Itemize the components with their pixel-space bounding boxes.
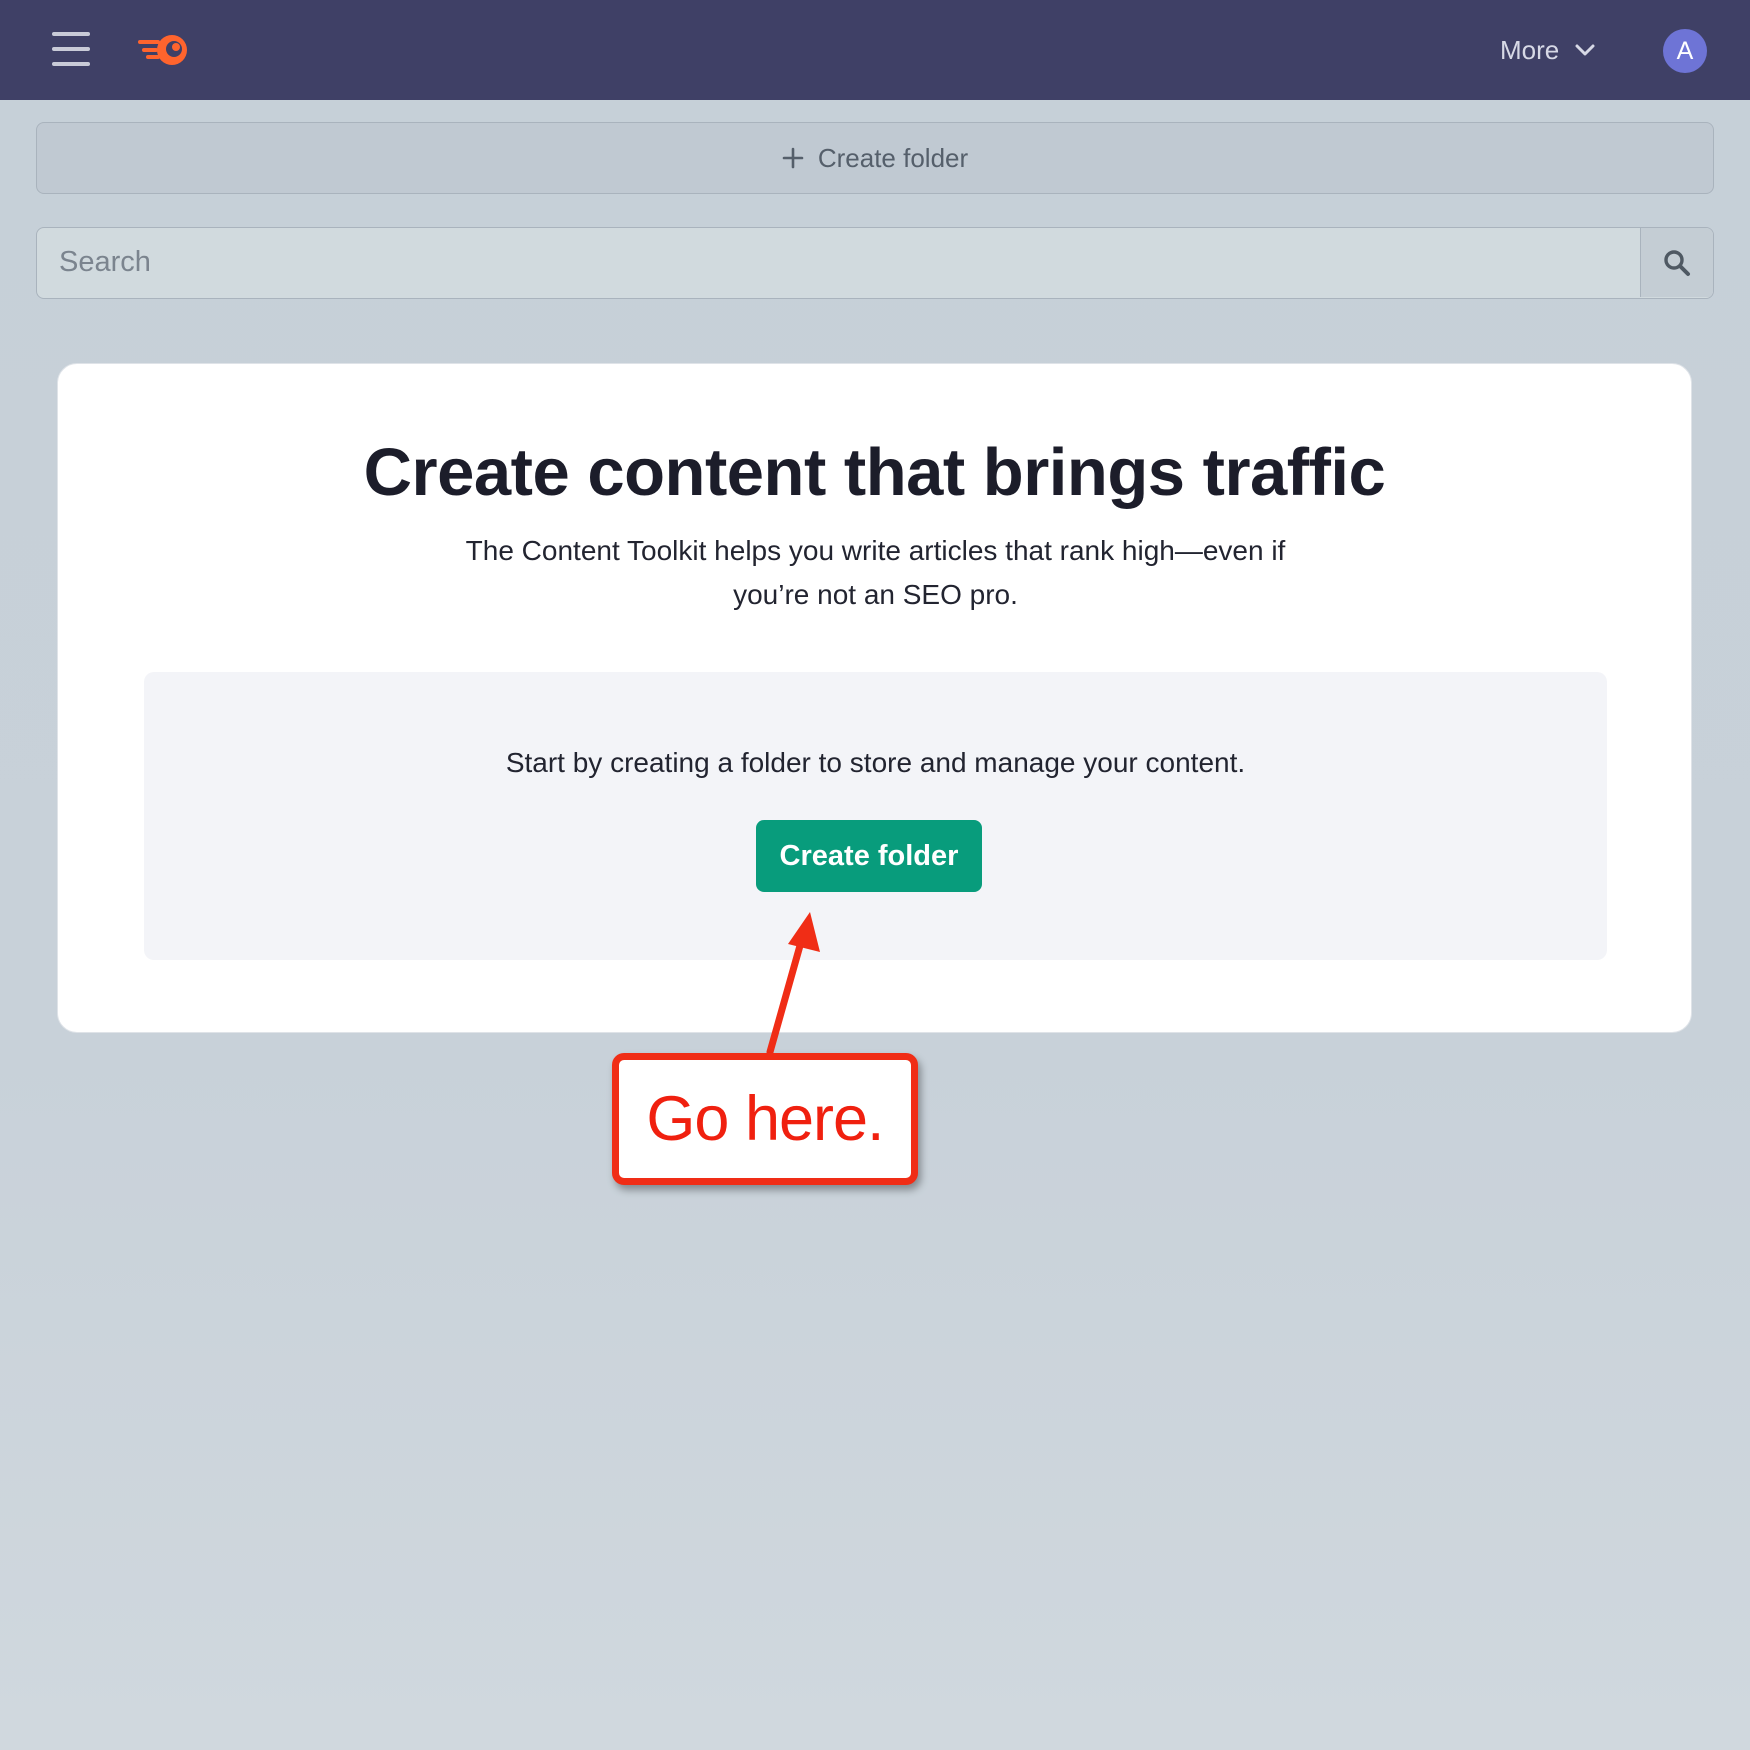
search-button[interactable] (1640, 228, 1713, 297)
create-folder-button[interactable]: Create folder (756, 820, 982, 892)
semrush-logo-icon[interactable] (138, 30, 192, 70)
top-navigation-bar: More A (0, 0, 1750, 100)
empty-state-subtitle: The Content Toolkit helps you write arti… (465, 535, 1286, 610)
empty-state-title: Create content that brings traffic (363, 435, 1386, 510)
user-avatar[interactable]: A (1663, 29, 1707, 73)
search-box (36, 227, 1714, 299)
empty-state-card: Create content that brings traffic The C… (57, 363, 1692, 1033)
create-folder-bar-button[interactable]: Create folder (36, 122, 1714, 194)
more-label: More (1500, 34, 1560, 65)
search-input[interactable] (37, 228, 1641, 297)
create-folder-bar-label: Create folder (817, 142, 969, 173)
more-dropdown[interactable]: More (1500, 28, 1595, 72)
plus-icon (782, 147, 804, 169)
annotation-callout: Go here. (612, 1053, 918, 1185)
empty-state-prompt: Start by creating a folder to store and … (505, 747, 1246, 778)
chevron-down-icon (1575, 44, 1595, 56)
search-icon (1664, 249, 1690, 276)
hamburger-menu-icon[interactable] (52, 32, 90, 66)
empty-state-panel: Start by creating a folder to store and … (144, 672, 1607, 960)
